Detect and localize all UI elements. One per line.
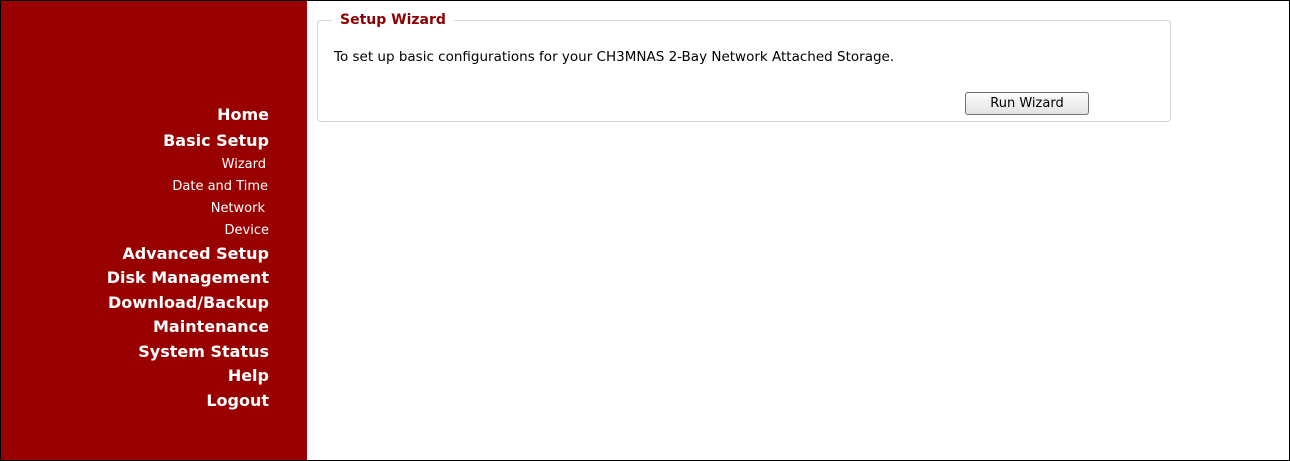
- panel-description: To set up basic configurations for your …: [334, 49, 895, 65]
- sidebar-item-home[interactable]: Home: [107, 101, 269, 129]
- sidebar-subitem-wizard[interactable]: Wizard: [107, 154, 266, 176]
- page-frame: Home Basic Setup Wizard Date and Time Ne…: [0, 0, 1290, 461]
- sidebar-item-download-backup[interactable]: Download/Backup: [107, 291, 269, 316]
- sidebar-nav: Home Basic Setup Wizard Date and Time Ne…: [107, 101, 269, 413]
- sidebar-item-basic-setup[interactable]: Basic Setup: [107, 129, 269, 154]
- sidebar-item-maintenance[interactable]: Maintenance: [107, 315, 269, 340]
- run-wizard-button[interactable]: Run Wizard: [965, 92, 1089, 115]
- sidebar: Home Basic Setup Wizard Date and Time Ne…: [1, 1, 307, 460]
- sidebar-subitem-date-and-time[interactable]: Date and Time: [107, 176, 268, 198]
- sidebar-subitem-device[interactable]: Device: [107, 220, 269, 242]
- setup-wizard-panel: Setup Wizard To set up basic configurati…: [317, 10, 1171, 122]
- sidebar-item-logout[interactable]: Logout: [107, 389, 269, 414]
- sidebar-item-disk-management[interactable]: Disk Management: [107, 266, 269, 291]
- sidebar-item-system-status[interactable]: System Status: [107, 340, 269, 365]
- sidebar-item-advanced-setup[interactable]: Advanced Setup: [107, 242, 269, 267]
- sidebar-item-help[interactable]: Help: [107, 364, 269, 389]
- panel-title: Setup Wizard: [332, 10, 454, 30]
- sidebar-subitem-network[interactable]: Network: [107, 198, 265, 220]
